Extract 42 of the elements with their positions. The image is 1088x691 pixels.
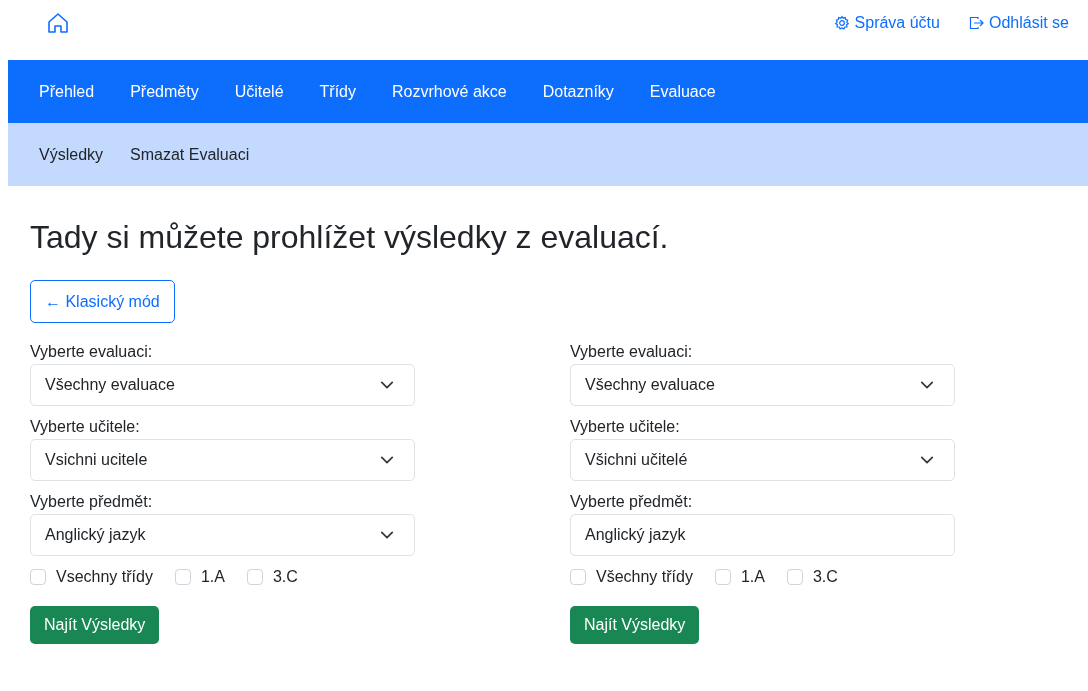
field-label: Vyberte evaluaci:	[570, 343, 694, 362]
classic-mode-button[interactable]: ← Klasický mód	[30, 280, 175, 324]
nav-link[interactable]: Rozvrhové akce	[392, 82, 507, 101]
logout-icon	[967, 15, 984, 31]
nav-link[interactable]: Evaluace	[649, 82, 716, 101]
nav-link[interactable]: Třídy	[319, 82, 356, 101]
field-label: Vyberte učitele:	[570, 418, 681, 437]
checkbox[interactable]	[786, 569, 803, 586]
checkbox[interactable]	[570, 569, 586, 586]
field-label: Vyberte předmět:	[570, 493, 694, 512]
select-field[interactable]: Anglický jazyk	[30, 514, 415, 557]
select-field[interactable]: Všechny evaluace	[570, 364, 955, 407]
checkbox-label: 3.C	[812, 568, 838, 587]
nav-link[interactable]: Předměty	[130, 82, 199, 101]
top-link[interactable]: Odhlásit se	[967, 14, 1069, 32]
find-results-button[interactable]: Najít Výsledky	[570, 606, 700, 645]
checkbox-label: 3.C	[272, 568, 298, 587]
field-label: Vyberte předmět:	[30, 493, 154, 512]
checkbox-label: 1.A	[200, 568, 225, 587]
field-label: Vyberte evaluaci:	[30, 343, 154, 362]
checkbox-label: Všechny třídy	[596, 568, 693, 587]
field-label: Vyberte učitele:	[30, 418, 141, 437]
subnav-link[interactable]: Výsledky	[39, 145, 104, 164]
find-results-button[interactable]: Najít Výsledky	[30, 606, 160, 645]
nav-link[interactable]: Přehled	[39, 82, 95, 101]
home-icon[interactable]	[46, 11, 70, 35]
checkbox-label: Vsechny třídy	[56, 568, 153, 587]
select-field[interactable]: Všichni učitelé	[570, 439, 955, 482]
checkbox[interactable]	[714, 569, 731, 586]
subnav-link[interactable]: Smazat Evaluaci	[130, 145, 250, 164]
checkbox-label: 1.A	[740, 568, 765, 587]
settings-icon	[833, 15, 850, 31]
checkbox[interactable]	[246, 569, 263, 586]
select-field[interactable]: Všechny evaluace	[30, 364, 415, 407]
checkbox[interactable]	[30, 569, 46, 586]
nav-link[interactable]: Učitelé	[234, 82, 284, 101]
select-field[interactable]: Vsichni ucitele	[30, 439, 415, 482]
input-field[interactable]: Anglický jazyk	[570, 514, 955, 557]
nav-link[interactable]: Dotazníky	[542, 82, 614, 101]
page-heading: Tady si můžete prohlížet výsledky z evaluací.	[30, 218, 670, 257]
top-link[interactable]: Správa účtu	[833, 14, 940, 32]
checkbox[interactable]	[174, 569, 191, 586]
